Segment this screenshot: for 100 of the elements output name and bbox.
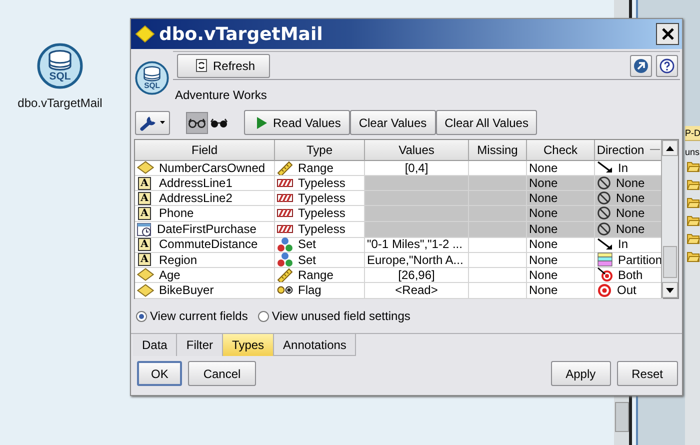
- scrollbar[interactable]: [661, 140, 678, 298]
- balls-icon: [277, 236, 293, 252]
- clear-all-values-button[interactable]: Clear All Values: [436, 110, 538, 135]
- striped-bar-icon: [277, 194, 293, 202]
- type-label: Typeless: [298, 222, 346, 236]
- direction-label: Out: [617, 283, 636, 298]
- scrollbar-thumb[interactable]: [615, 402, 629, 432]
- scrollbar[interactable]: [614, 396, 632, 445]
- arrow-icon: [597, 238, 613, 251]
- partition-icon: [597, 252, 613, 268]
- folder-icon: [687, 215, 700, 226]
- database-icon: SQL: [37, 43, 83, 89]
- folder-icon: [687, 179, 700, 190]
- field-name: Age: [159, 268, 180, 282]
- caret-icon: [160, 121, 165, 124]
- balls-icon: [277, 252, 293, 268]
- missing-cell: [469, 176, 527, 192]
- type-cell[interactable]: Set: [275, 236, 365, 253]
- type-label: Range: [298, 160, 334, 175]
- tab[interactable]: Data: [133, 334, 178, 356]
- type-cell[interactable]: Range: [275, 267, 365, 284]
- no-entry-icon: [597, 176, 611, 190]
- direction-label: None: [616, 191, 645, 206]
- values-cell: [26,96]: [365, 267, 469, 284]
- direction-label: Both: [618, 268, 643, 282]
- field-name: NumberCarsOwned: [159, 160, 266, 175]
- type-label: Typeless: [298, 176, 346, 190]
- field-name: Region: [159, 252, 198, 267]
- flag-circles-icon: [277, 286, 293, 294]
- direction-label: None: [616, 222, 645, 236]
- direction-label: In: [618, 160, 628, 175]
- panel-text: uns: [685, 146, 700, 159]
- tools-dropdown[interactable]: [135, 110, 170, 134]
- type-cell[interactable]: Range: [275, 160, 365, 176]
- read-values-button[interactable]: Read Values: [244, 110, 350, 135]
- reset-button[interactable]: Reset: [616, 361, 678, 386]
- values-cell: <Read>: [365, 282, 469, 299]
- column-header[interactable]: Values: [365, 140, 469, 161]
- refresh-icon: [196, 59, 207, 72]
- tab[interactable]: Filter: [177, 334, 224, 356]
- tab[interactable]: Annotations: [274, 334, 356, 356]
- glasses-toggle[interactable]: [186, 112, 208, 134]
- missing-cell: [469, 222, 527, 238]
- check-cell: None: [527, 222, 595, 238]
- node-label: dbo.vTargetMail: [18, 96, 102, 110]
- apply-button[interactable]: Apply: [550, 361, 611, 386]
- clear-values-button[interactable]: Clear Values: [350, 110, 436, 135]
- diamond-icon: [135, 25, 155, 43]
- glasses-icon: [210, 118, 228, 128]
- values-cell: Europe,"North A...: [365, 252, 469, 268]
- glasses-icon: [188, 118, 206, 128]
- refresh-button[interactable]: Refresh: [177, 54, 270, 78]
- check-cell: None: [527, 282, 595, 299]
- column-header[interactable]: Check: [527, 140, 595, 161]
- no-entry-icon: [597, 222, 611, 236]
- close-button[interactable]: [656, 23, 679, 45]
- missing-cell: [469, 282, 527, 299]
- field-name: DateFirstPurchase: [157, 222, 256, 236]
- field-name: BikeBuyer: [159, 283, 214, 298]
- field-name: CommuteDistance: [159, 237, 258, 252]
- type-cell[interactable]: Flag: [275, 282, 365, 299]
- help-button[interactable]: [656, 54, 678, 76]
- ok-button[interactable]: OK: [137, 361, 182, 386]
- column-header[interactable]: Field: [135, 140, 275, 161]
- missing-cell: [469, 267, 527, 284]
- string-icon: A: [138, 253, 151, 266]
- open-external-button[interactable]: [630, 54, 652, 76]
- striped-bar-icon: [277, 179, 293, 188]
- scrollbar-thumb[interactable]: [663, 246, 677, 278]
- string-icon: A: [138, 176, 151, 190]
- type-label: Set: [298, 237, 316, 252]
- folder-icon: [687, 251, 700, 262]
- string-icon: A: [138, 238, 151, 251]
- cancel-button[interactable]: Cancel: [188, 361, 256, 386]
- field-name: AddressLine1: [159, 176, 232, 190]
- column-header[interactable]: Type: [275, 140, 365, 161]
- arrow-circle-icon: [633, 58, 649, 74]
- close-icon: [660, 27, 674, 41]
- direction-label: In: [618, 237, 628, 252]
- folder-icon: [687, 161, 700, 172]
- view-option-radio[interactable]: View unused field settings: [258, 309, 410, 323]
- folder-icon: [687, 233, 700, 244]
- type-label: Typeless: [298, 206, 346, 220]
- check-cell: None: [527, 252, 595, 268]
- folder-icon: [687, 197, 700, 208]
- window-title: dbo.vTargetMail: [159, 24, 324, 44]
- column-header[interactable]: Missing: [469, 140, 527, 161]
- missing-cell: [469, 252, 527, 268]
- string-icon: A: [138, 192, 151, 205]
- view-option-radio[interactable]: View current fields: [136, 309, 248, 323]
- check-cell: None: [527, 176, 595, 192]
- check-cell: None: [527, 206, 595, 222]
- tab[interactable]: Types: [223, 334, 274, 356]
- check-cell: None: [527, 267, 595, 284]
- type-label: Typeless: [298, 191, 346, 206]
- direction-label: Partition: [618, 252, 662, 267]
- type-cell[interactable]: Set: [275, 252, 365, 268]
- direction-label: None: [616, 176, 645, 190]
- sort-indicator-icon: [650, 149, 660, 150]
- field-name: Phone: [159, 206, 194, 220]
